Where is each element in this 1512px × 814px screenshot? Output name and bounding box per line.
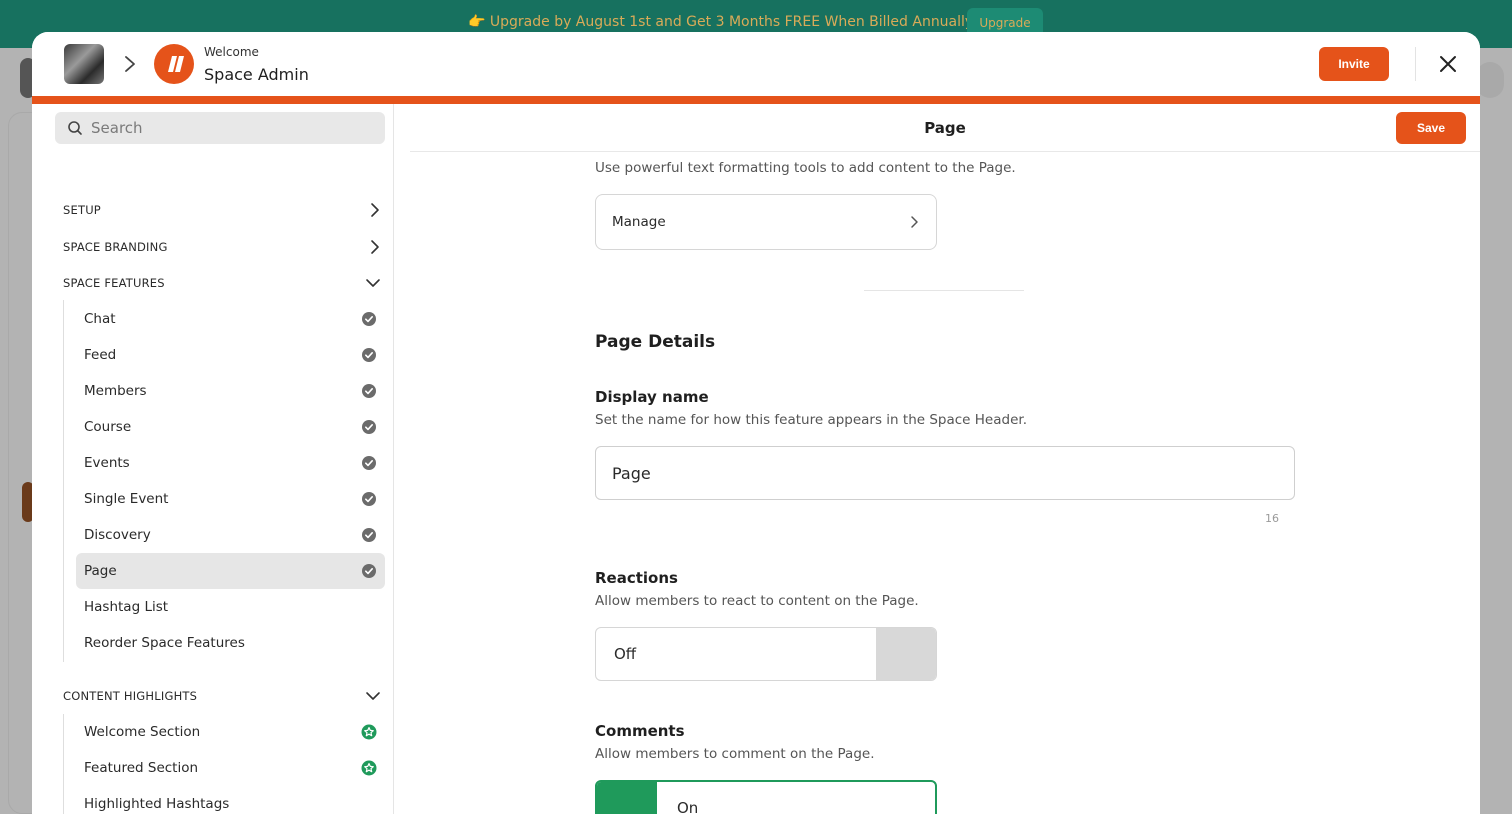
save-button[interactable]: Save xyxy=(1396,112,1466,144)
sidebar-item-events[interactable]: Events xyxy=(76,445,385,481)
chevron-right-icon xyxy=(125,56,135,72)
section-features-label: SPACE FEATURES xyxy=(63,276,165,290)
char-count: 16 xyxy=(1265,512,1279,525)
toggle-knob xyxy=(876,628,936,680)
comments-description: Allow members to comment on the Page. xyxy=(595,746,875,762)
background-right-area xyxy=(1480,48,1512,814)
display-name-description: Set the name for how this feature appear… xyxy=(595,412,1027,428)
chevron-right-icon xyxy=(371,203,379,217)
features-group-line xyxy=(63,300,64,662)
page-title: Page xyxy=(924,119,966,137)
reactions-label: Reactions xyxy=(595,569,678,587)
chevron-down-icon xyxy=(366,279,380,287)
sidebar-item-label: Chat xyxy=(84,311,116,327)
chevron-right-icon xyxy=(371,240,379,254)
section-setup[interactable]: SETUP xyxy=(63,198,381,222)
sidebar-item-chat[interactable]: Chat xyxy=(76,301,385,337)
comments-toggle[interactable]: On xyxy=(595,780,937,814)
display-name-label: Display name xyxy=(595,388,709,406)
reactions-toggle[interactable]: Off xyxy=(595,627,937,681)
search-input[interactable] xyxy=(91,119,351,137)
check-circle-icon xyxy=(362,456,376,470)
reactions-toggle-state: Off xyxy=(614,645,637,663)
check-circle-icon xyxy=(362,384,376,398)
breadcrumb-subtitle: Welcome xyxy=(204,45,259,59)
chevron-right-icon xyxy=(911,216,918,228)
star-circle-icon xyxy=(361,760,377,776)
admin-sidebar: SETUP SPACE BRANDING SPACE FEATURES Chat… xyxy=(32,104,394,814)
section-space-branding[interactable]: SPACE BRANDING xyxy=(63,235,381,259)
sidebar-item-welcome-section[interactable]: Welcome Section xyxy=(76,714,385,750)
header-divider xyxy=(1415,47,1416,81)
upgrade-banner-text: 👉 Upgrade by August 1st and Get 3 Months… xyxy=(468,14,974,30)
search-icon xyxy=(68,121,82,135)
sidebar-item-label: Course xyxy=(84,419,132,435)
section-divider xyxy=(864,290,1024,291)
space-admin-modal: Welcome Space Admin Invite SETUP SPACE B… xyxy=(32,32,1480,814)
check-circle-icon xyxy=(362,420,376,434)
section-space-features[interactable]: SPACE FEATURES xyxy=(63,271,381,295)
sidebar-item-label: Feed xyxy=(84,347,117,363)
sidebar-item-label: Discovery xyxy=(84,527,151,543)
sidebar-item-label: Members xyxy=(84,383,147,399)
display-name-input[interactable] xyxy=(595,446,1295,500)
sidebar-item-label: Events xyxy=(84,455,130,471)
toggle-knob xyxy=(597,782,657,814)
brand-logo-icon xyxy=(168,56,184,72)
check-circle-icon xyxy=(362,528,376,542)
sidebar-item-label: Featured Section xyxy=(84,760,199,776)
brand-logo xyxy=(154,44,194,84)
sidebar-item-single-event[interactable]: Single Event xyxy=(76,481,385,517)
check-circle-icon xyxy=(362,348,376,362)
check-circle-icon xyxy=(362,312,376,326)
sidebar-item-featured-section[interactable]: Featured Section xyxy=(76,750,385,786)
highlights-group-line xyxy=(63,714,64,814)
sidebar-item-label: Reorder Space Features xyxy=(84,635,245,651)
section-content-highlights[interactable]: CONTENT HIGHLIGHTS xyxy=(63,684,381,708)
sidebar-item-label: Single Event xyxy=(84,491,169,507)
search-box[interactable] xyxy=(55,112,385,144)
space-thumbnail[interactable] xyxy=(64,44,104,84)
main-toolbar: Page Save xyxy=(410,104,1480,152)
reactions-description: Allow members to react to content on the… xyxy=(595,593,919,609)
sidebar-item-label: Page xyxy=(84,563,117,579)
invite-button[interactable]: Invite xyxy=(1319,47,1389,81)
details-title: Page Details xyxy=(595,332,716,352)
section-setup-label: SETUP xyxy=(63,203,101,217)
sidebar-item-feed[interactable]: Feed xyxy=(76,337,385,373)
sidebar-item-discovery[interactable]: Discovery xyxy=(76,517,385,553)
background-user-avatar xyxy=(1476,62,1504,98)
section-highlights-label: CONTENT HIGHLIGHTS xyxy=(63,689,198,703)
header-accent-bar xyxy=(32,96,1480,104)
sidebar-item-label: Hashtag List xyxy=(84,599,169,615)
sidebar-item-reorder-features[interactable]: Reorder Space Features xyxy=(76,625,385,661)
sidebar-item-course[interactable]: Course xyxy=(76,409,385,445)
manage-label: Manage xyxy=(612,214,666,230)
check-circle-icon xyxy=(362,564,376,578)
manage-button[interactable]: Manage xyxy=(595,194,937,250)
sidebar-item-highlighted-hashtags[interactable]: Highlighted Hashtags xyxy=(76,786,385,814)
modal-header: Welcome Space Admin Invite xyxy=(32,32,1480,96)
sidebar-item-page[interactable]: Page xyxy=(76,553,385,589)
check-circle-icon xyxy=(362,492,376,506)
comments-label: Comments xyxy=(595,722,685,740)
close-icon[interactable] xyxy=(1436,52,1460,76)
chevron-down-icon xyxy=(366,692,380,700)
sidebar-item-label: Highlighted Hashtags xyxy=(84,796,230,812)
sidebar-item-label: Welcome Section xyxy=(84,724,201,740)
sidebar-item-hashtag-list[interactable]: Hashtag List xyxy=(76,589,385,625)
section-branding-label: SPACE BRANDING xyxy=(63,240,168,254)
content-description: Use powerful text formatting tools to ad… xyxy=(595,160,1016,176)
star-circle-icon xyxy=(361,724,377,740)
sidebar-item-members[interactable]: Members xyxy=(76,373,385,409)
main-panel: Page Save Use powerful text formatting t… xyxy=(394,104,1480,814)
comments-toggle-state: On xyxy=(677,799,699,814)
breadcrumb-title: Space Admin xyxy=(204,65,309,84)
